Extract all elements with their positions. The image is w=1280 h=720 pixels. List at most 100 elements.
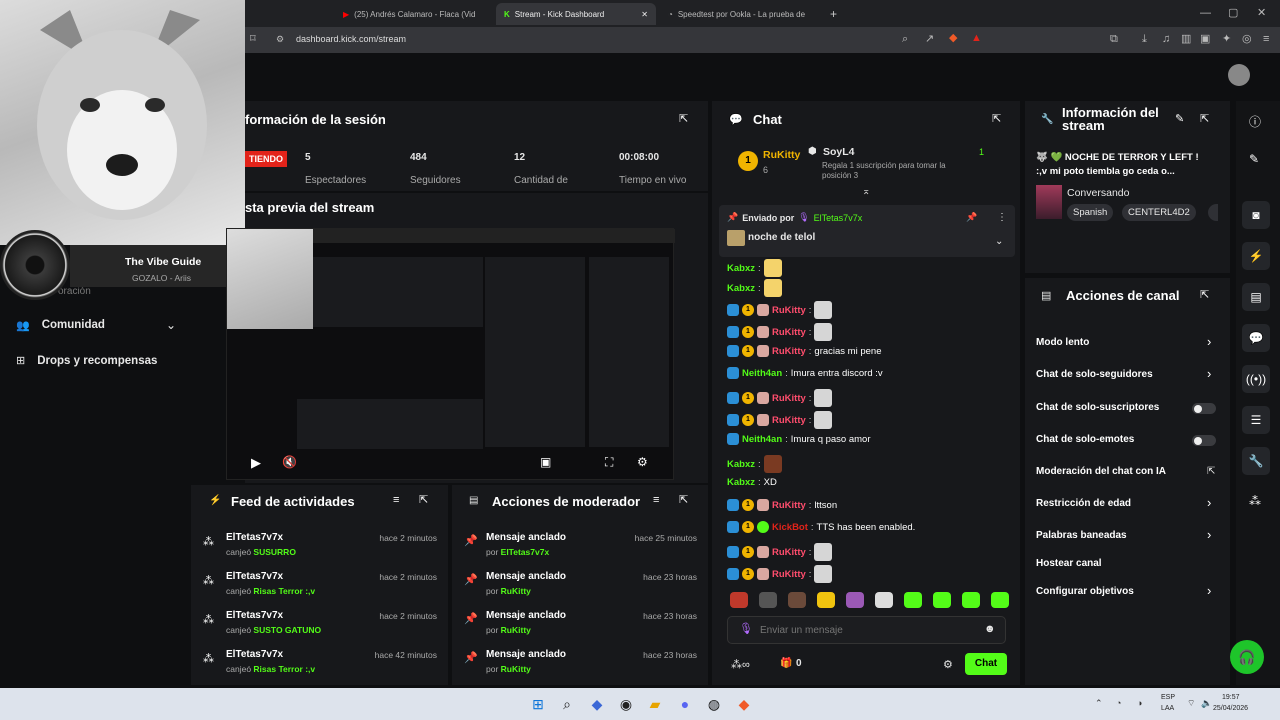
tray-icon[interactable]: ◑ <box>1137 698 1142 708</box>
filter-icon[interactable]: ≡ <box>653 495 659 506</box>
close-tab-icon[interactable]: ✕ <box>641 10 648 19</box>
emoji-icon[interactable]: ☻ <box>984 623 996 635</box>
sidebar-toggle-icon[interactable]: ▥ <box>1181 34 1191 45</box>
feed-user[interactable]: ElTetas7v7x <box>226 571 283 582</box>
support-button[interactable]: 🎧 <box>1230 640 1264 674</box>
expand-icon[interactable]: ⇱ <box>679 114 688 125</box>
sidebar-partial-item[interactable]: oración <box>58 286 91 297</box>
emote-icon[interactable] <box>991 592 1009 608</box>
bookmark-icon[interactable]: ⌑ <box>250 34 256 45</box>
chat-username[interactable]: Kabxz <box>727 477 755 488</box>
volume-icon[interactable]: 🔈 <box>1201 698 1212 709</box>
points-icon[interactable]: ⁂∞ <box>731 658 750 671</box>
unpin-icon[interactable]: 📌 <box>966 212 977 223</box>
emote-icon[interactable] <box>875 592 893 608</box>
tab-kick-dashboard[interactable]: K Stream - Kick Dashboard ✕ <box>496 3 656 25</box>
emote-icon[interactable] <box>962 592 980 608</box>
channel-action[interactable]: Configurar objetivos <box>1036 586 1134 597</box>
feed-user[interactable]: ElTetas7v7x <box>226 649 283 660</box>
chat-username[interactable]: RuKitty <box>772 415 806 426</box>
chat-icon[interactable]: 💬 <box>1242 324 1270 352</box>
channel-action[interactable]: Modo lento <box>1036 337 1089 348</box>
info-icon[interactable]: ⓘ <box>1249 113 1261 130</box>
maximize-icon[interactable]: ▢ <box>1228 8 1238 19</box>
edit-icon[interactable]: ✎ <box>1175 114 1184 125</box>
chevron-right-icon[interactable]: › <box>1207 495 1211 510</box>
gift-icon[interactable]: 🎁 <box>780 658 792 669</box>
list-icon[interactable]: ☰ <box>1242 406 1270 434</box>
site-info-icon[interactable]: ⚙ <box>276 35 284 44</box>
chat-username[interactable]: RuKitty <box>772 393 806 404</box>
broadcast-icon[interactable]: ((•)) <box>1242 365 1270 393</box>
wrench-icon[interactable]: 🔧 <box>1242 447 1270 475</box>
chat-username[interactable]: Kabxz <box>727 459 755 470</box>
feed-user[interactable]: ElTetas7v7x <box>226 610 283 621</box>
document-icon[interactable]: ▤ <box>1242 283 1270 311</box>
emote-icon[interactable] <box>933 592 951 608</box>
chevron-right-icon[interactable]: › <box>1207 527 1211 542</box>
play-icon[interactable]: ▶ <box>251 455 261 471</box>
media-icon[interactable]: ♫ <box>1162 34 1170 45</box>
chat-username[interactable]: RuKitty <box>772 547 806 558</box>
chat-username[interactable]: RuKitty <box>772 305 806 316</box>
emote-icon[interactable] <box>904 592 922 608</box>
feed-user[interactable]: ElTetas7v7x <box>226 532 283 543</box>
tray-chevron-icon[interactable]: ⌃ <box>1095 698 1103 709</box>
emote-icon[interactable] <box>846 592 864 608</box>
channel-action[interactable]: Chat de solo-suscriptores <box>1036 402 1159 413</box>
tray-icon[interactable]: ◔ <box>1116 698 1121 708</box>
zoom-icon[interactable]: ⌕ <box>902 34 908 45</box>
category-name[interactable]: Conversando <box>1067 187 1129 199</box>
brave-rewards-icon[interactable]: ▲ <box>971 33 982 44</box>
pip-icon[interactable]: ▣ <box>540 455 551 469</box>
collapse-leaderboard-icon[interactable]: ⌅ <box>862 186 870 197</box>
points-icon[interactable]: ⁂ <box>1249 494 1261 508</box>
emote-icon[interactable] <box>788 592 806 608</box>
expand-icon[interactable]: ⇱ <box>1200 290 1209 301</box>
settings-icon[interactable]: ⚙ <box>637 455 648 469</box>
share-icon[interactable]: ↗ <box>925 34 934 45</box>
tag-chip-partial[interactable] <box>1208 204 1218 221</box>
wifi-icon[interactable]: ⌔ <box>1187 698 1195 709</box>
more-options-icon[interactable]: ⋮ <box>997 212 1007 223</box>
chat-input[interactable] <box>760 622 970 638</box>
emote-icon[interactable] <box>817 592 835 608</box>
channel-action[interactable]: Palabras baneadas <box>1036 530 1127 541</box>
chevron-right-icon[interactable]: › <box>1207 366 1211 381</box>
vpn-icon[interactable]: ◎ <box>1242 34 1252 45</box>
clock-date[interactable]: 25/04/2026 <box>1213 705 1248 712</box>
language-indicator[interactable]: ESP <box>1161 694 1175 701</box>
app-icon[interactable]: ◆ <box>587 694 607 714</box>
chat-username[interactable]: Kabxz <box>727 283 755 294</box>
mod-user[interactable]: RuKitty <box>501 586 531 596</box>
second-gifter-name[interactable]: SoyL4 <box>823 146 855 158</box>
wallet-icon[interactable]: ▣ <box>1200 34 1210 45</box>
discord-icon[interactable]: ● <box>675 694 695 714</box>
send-chat-button[interactable]: Chat <box>965 653 1007 675</box>
expand-icon[interactable]: ⇱ <box>1200 114 1209 125</box>
channel-action[interactable]: Moderación del chat con IA <box>1036 466 1166 477</box>
chat-username[interactable]: KickBot <box>772 522 808 533</box>
camera-icon[interactable]: ◙ <box>1242 201 1270 229</box>
chevron-right-icon[interactable]: › <box>1207 334 1211 349</box>
mod-user[interactable]: ElTetas7v7x <box>501 547 550 557</box>
tag-chip[interactable]: Spanish <box>1067 204 1114 221</box>
download-icon[interactable]: ⤓ <box>1142 34 1147 45</box>
channel-action[interactable]: Hostear canal <box>1036 558 1102 569</box>
expand-icon[interactable]: ⇱ <box>419 495 428 506</box>
chat-username[interactable]: RuKitty <box>772 500 806 511</box>
chat-username[interactable]: RuKitty <box>772 346 806 357</box>
chat-username[interactable]: Kabxz <box>727 263 755 274</box>
channel-action[interactable]: Restricción de edad <box>1036 498 1131 509</box>
chat-settings-icon[interactable]: ⚙ <box>943 658 953 671</box>
expand-icon[interactable]: ⇱ <box>679 495 688 506</box>
emote-icon[interactable] <box>759 592 777 608</box>
close-window-icon[interactable]: ✕ <box>1257 8 1266 19</box>
extensions-icon[interactable]: ⧉ <box>1110 34 1118 45</box>
filter-icon[interactable]: ≡ <box>393 495 399 506</box>
bolt-icon[interactable]: ⚡ <box>1242 242 1270 270</box>
menu-icon[interactable]: ≡ <box>1263 34 1269 45</box>
chat-username[interactable]: Neith4an <box>742 368 782 379</box>
minimize-icon[interactable]: — <box>1200 8 1211 19</box>
app-icon[interactable]: ◉ <box>616 694 636 714</box>
